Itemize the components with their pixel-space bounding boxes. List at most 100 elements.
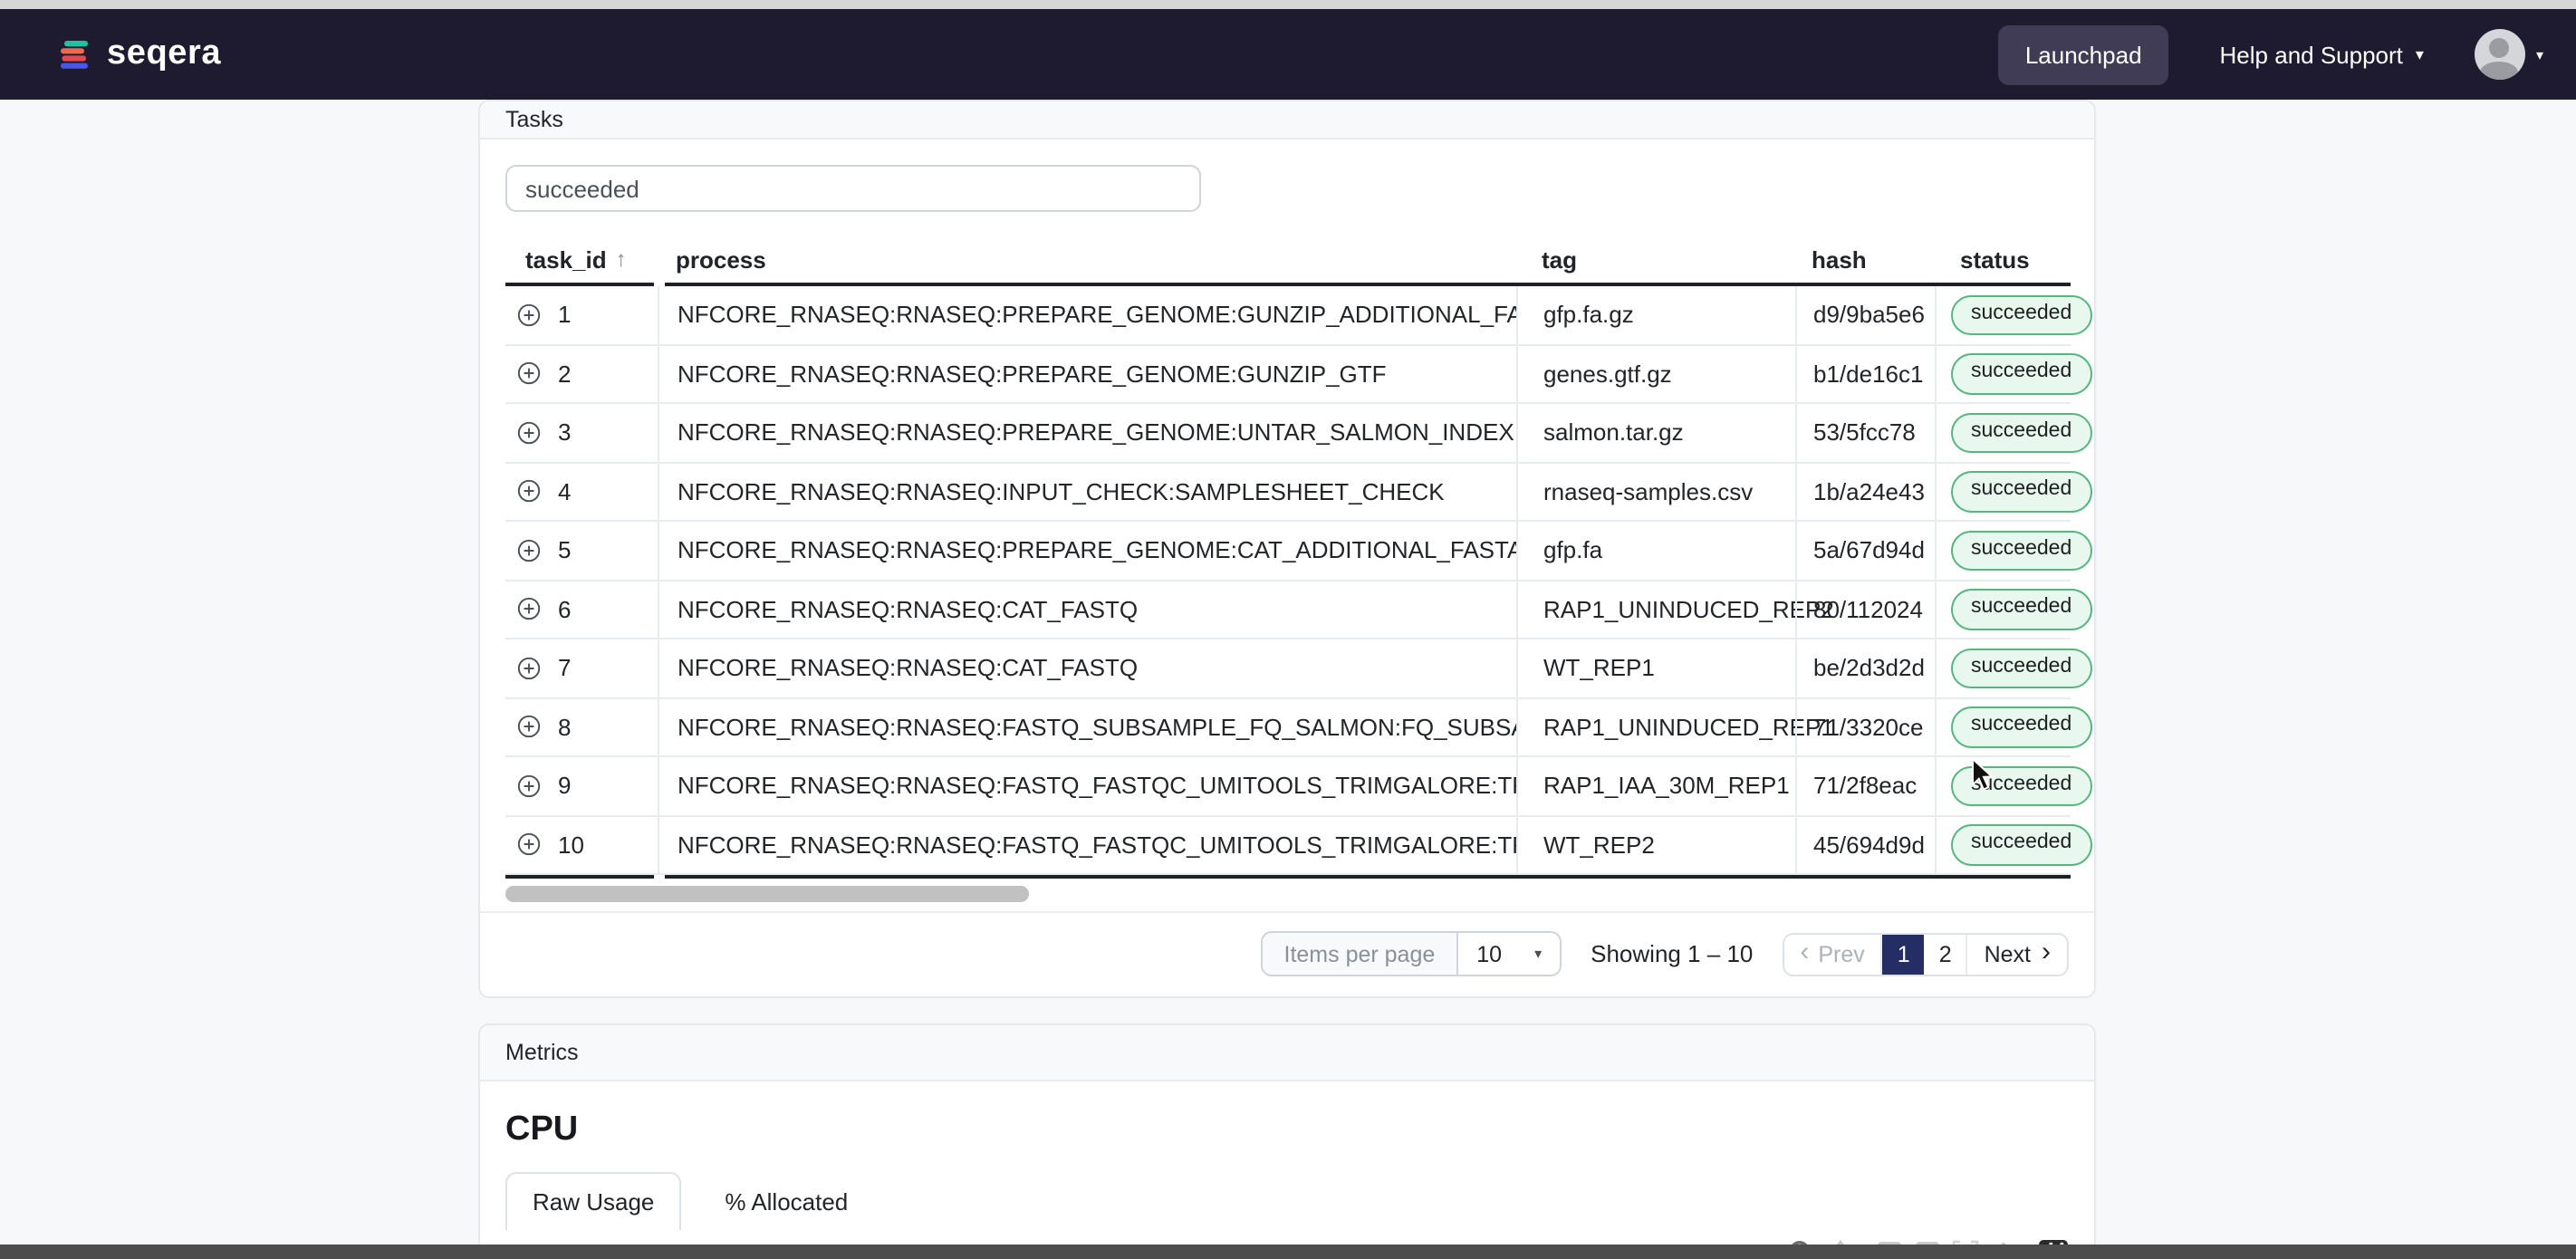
cpu-heading: CPU	[505, 1110, 579, 1148]
table-row[interactable]: 3 NFCORE_RNASEQ:RNASEQ:PREPARE_GENOME:UNT…	[505, 404, 2092, 463]
process-cell: NFCORE_RNASEQ:RNASEQ:PREPARE_GENOME:GUNZ…	[658, 286, 1516, 343]
caret-down-icon: ▾	[1534, 946, 1543, 962]
expand-task-icon[interactable]	[516, 303, 542, 328]
task-id: 4	[558, 477, 572, 505]
status-badge: succeeded	[1951, 589, 2092, 630]
expand-task-icon[interactable]	[516, 361, 542, 387]
tab-percent-allocated[interactable]: % Allocated	[699, 1172, 873, 1230]
task-id: 8	[558, 713, 572, 741]
task-search-input[interactable]	[505, 165, 1201, 212]
task-id: 9	[558, 772, 572, 800]
status-cell: succeeded	[1935, 757, 2092, 814]
task-id-cell: 2	[505, 345, 658, 402]
hash-cell: 71/3320ce	[1795, 698, 1935, 755]
table-row[interactable]: 2 NFCORE_RNASEQ:RNASEQ:PREPARE_GENOME:GUN…	[505, 345, 2092, 404]
process-cell: NFCORE_RNASEQ:RNASEQ:CAT_FASTQ	[658, 639, 1516, 697]
showing-range-text: Showing 1 – 10	[1591, 940, 1754, 967]
tag-cell: rnaseq-samples.csv	[1516, 463, 1795, 520]
column-header-process[interactable]: process	[658, 245, 1516, 273]
seqera-brand[interactable]: seqera	[60, 34, 221, 74]
table-row[interactable]: 9 NFCORE_RNASEQ:RNASEQ:FASTQ_FASTQC_UMITO…	[505, 757, 2092, 816]
cpu-tabs: Raw Usage % Allocated	[505, 1172, 2069, 1230]
expand-task-icon[interactable]	[516, 597, 542, 622]
chevron-left-icon: ‹	[1800, 937, 1810, 967]
status-badge: succeeded	[1951, 765, 2092, 806]
task-id: 10	[558, 831, 584, 859]
expand-task-icon[interactable]	[516, 715, 542, 740]
task-id-cell: 4	[505, 463, 658, 520]
caret-down-icon: ▾	[2535, 46, 2543, 62]
caret-down-icon: ▾	[2415, 44, 2424, 62]
table-row[interactable]: 1 NFCORE_RNASEQ:RNASEQ:PREPARE_GENOME:GUN…	[505, 286, 2092, 345]
status-cell: succeeded	[1935, 522, 2092, 579]
task-id-cell: 3	[505, 404, 658, 461]
brand-wordmark: seqera	[107, 34, 222, 72]
status-badge: succeeded	[1951, 530, 2092, 571]
process-cell: NFCORE_RNASEQ:RNASEQ:FASTQ_FASTQC_UMITOO…	[658, 816, 1516, 873]
task-id-cell: 10	[505, 816, 658, 873]
expand-task-icon[interactable]	[516, 479, 542, 505]
next-page-button[interactable]: Next ›	[1966, 934, 2067, 974]
process-cell: NFCORE_RNASEQ:RNASEQ:INPUT_CHECK:SAMPLES…	[658, 463, 1516, 520]
expand-task-icon[interactable]	[516, 774, 542, 799]
hash-cell: 71/2f8eac	[1795, 757, 1935, 814]
scrollbar-thumb[interactable]	[505, 886, 1029, 902]
column-header-hash[interactable]: hash	[1795, 245, 1935, 273]
tasks-card: Tasks task_id ↑ process tag	[478, 100, 2096, 998]
user-menu[interactable]: ▾	[2474, 29, 2543, 80]
prev-page-button[interactable]: ‹ Prev	[1783, 934, 1883, 974]
page-button-2[interactable]: 2	[1925, 934, 1966, 974]
expand-task-icon[interactable]	[516, 832, 542, 858]
seqera-logo-icon	[61, 40, 88, 68]
tasks-card-header: Tasks	[480, 101, 2094, 139]
task-id-cell: 8	[505, 698, 658, 755]
table-row[interactable]: 7 NFCORE_RNASEQ:RNASEQ:CAT_FASTQ WT_REP1 be…	[505, 639, 2092, 698]
tag-cell: WT_REP1	[1516, 639, 1795, 697]
column-header-tag[interactable]: tag	[1516, 245, 1795, 273]
status-badge: succeeded	[1951, 648, 2092, 688]
status-badge: succeeded	[1951, 412, 2092, 453]
task-table-body: 1 NFCORE_RNASEQ:RNASEQ:PREPARE_GENOME:GUN…	[505, 286, 2092, 875]
status-badge: succeeded	[1951, 471, 2092, 512]
tag-cell: WT_REP2	[1516, 816, 1795, 873]
column-header-task-id[interactable]: task_id ↑	[505, 245, 658, 273]
hash-cell: b1/de16c1	[1795, 345, 1935, 402]
table-row[interactable]: 4 NFCORE_RNASEQ:RNASEQ:INPUT_CHECK:SAMPLE…	[505, 463, 2092, 522]
process-cell: NFCORE_RNASEQ:RNASEQ:PREPARE_GENOME:GUNZ…	[658, 345, 1516, 402]
top-navbar: seqera Launchpad Help and Support ▾ ▾	[0, 9, 2576, 100]
status-badge: succeeded	[1951, 824, 2092, 865]
task-id-cell: 9	[505, 757, 658, 814]
process-cell: NFCORE_RNASEQ:RNASEQ:PREPARE_GENOME:UNTA…	[658, 404, 1516, 461]
task-table-header: task_id ↑ process tag hash status	[505, 235, 2071, 283]
sort-asc-icon: ↑	[615, 246, 627, 272]
launchpad-button[interactable]: Launchpad	[1997, 24, 2169, 84]
help-and-support-menu[interactable]: Help and Support ▾	[2220, 41, 2424, 68]
pagination: Items per page 10 ▾ Showing 1 – 10 ‹ Pre…	[505, 931, 2069, 976]
column-header-status[interactable]: status	[1935, 245, 2071, 273]
page-button-1[interactable]: 1	[1882, 934, 1925, 974]
status-cell: succeeded	[1935, 404, 2092, 461]
table-row[interactable]: 5 NFCORE_RNASEQ:RNASEQ:PREPARE_GENOME:CAT…	[505, 522, 2092, 581]
task-id: 6	[558, 595, 572, 623]
horizontal-scrollbar[interactable]	[505, 886, 2071, 902]
status-cell: succeeded	[1935, 286, 2092, 343]
tag-cell: RAP1_IAA_30M_REP1	[1516, 757, 1795, 814]
task-id-cell: 7	[505, 639, 658, 697]
status-badge: succeeded	[1951, 706, 2092, 747]
table-row[interactable]: 8 NFCORE_RNASEQ:RNASEQ:FASTQ_SUBSAMPLE_FQ…	[505, 698, 2092, 757]
metrics-card-header: Metrics	[480, 1025, 2094, 1081]
table-row[interactable]: 6 NFCORE_RNASEQ:RNASEQ:CAT_FASTQ RAP1_UNIN…	[505, 581, 2092, 639]
status-cell: succeeded	[1935, 816, 2092, 873]
expand-task-icon[interactable]	[516, 420, 542, 446]
tab-raw-usage[interactable]: Raw Usage	[505, 1172, 682, 1230]
table-row[interactable]: 10 NFCORE_RNASEQ:RNASEQ:FASTQ_FASTQC_UMIT…	[505, 816, 2092, 875]
status-cell: succeeded	[1935, 581, 2092, 638]
expand-task-icon[interactable]	[516, 656, 542, 681]
hash-cell: 80/112024	[1795, 581, 1935, 638]
help-menu-label: Help and Support	[2219, 41, 2403, 68]
process-cell: NFCORE_RNASEQ:RNASEQ:FASTQ_SUBSAMPLE_FQ_…	[658, 698, 1516, 755]
expand-task-icon[interactable]	[516, 538, 542, 563]
process-cell: NFCORE_RNASEQ:RNASEQ:FASTQ_FASTQC_UMITOO…	[658, 757, 1516, 814]
items-per-page-select[interactable]: Items per page 10 ▾	[1260, 931, 1562, 976]
task-id: 3	[558, 418, 572, 447]
